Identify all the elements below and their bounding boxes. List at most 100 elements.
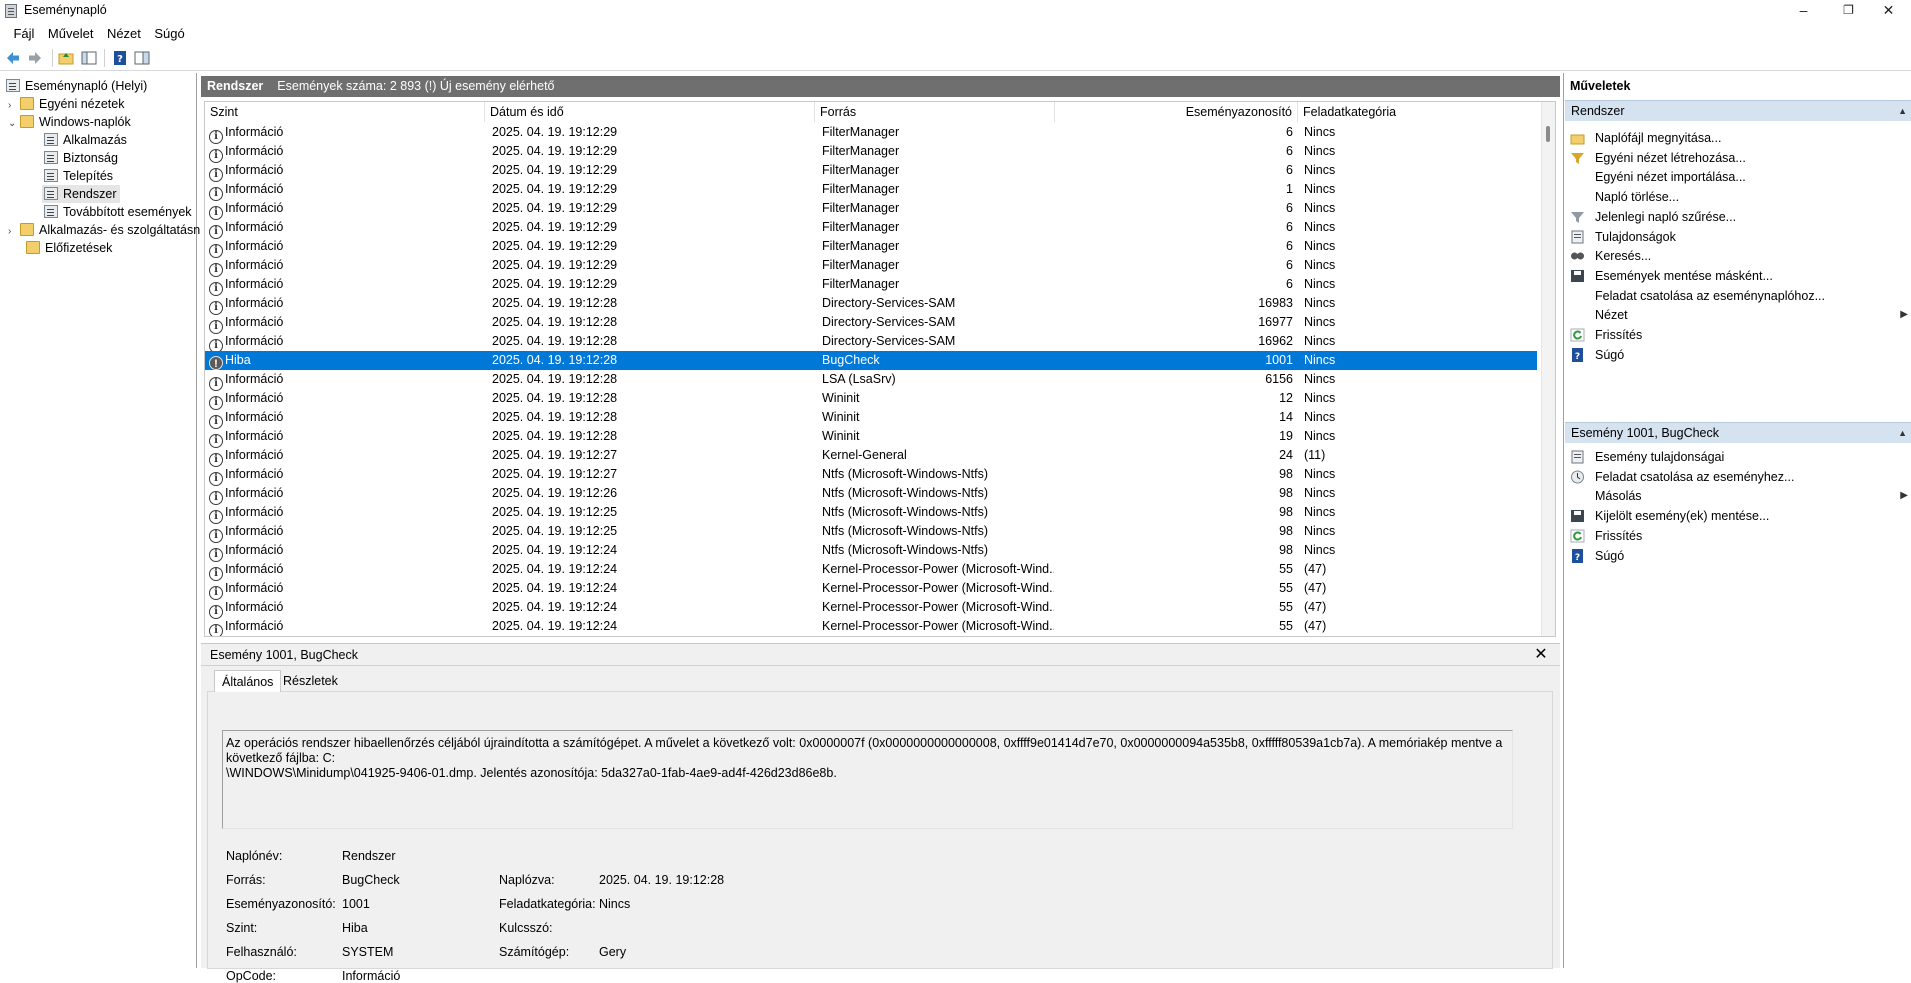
close-button[interactable]: ✕ xyxy=(1866,0,1911,22)
action-find[interactable]: Keresés... xyxy=(1570,246,1908,266)
show-hide-tree-icon[interactable] xyxy=(81,50,97,66)
attach-task-icon xyxy=(1571,470,1584,484)
table-row[interactable]: i Információ 2025. 04. 19. 19:12:29 FilterM… xyxy=(205,237,1537,258)
table-row[interactable]: i Információ 2025. 04. 19. 19:12:29 FilterM… xyxy=(205,199,1537,220)
table-row[interactable]: i Információ 2025. 04. 19. 19:12:24 Ntfs (M… xyxy=(205,541,1537,562)
table-row[interactable]: i Információ 2025. 04. 19. 19:12:29 FilterM… xyxy=(205,142,1537,163)
tree-custom-views[interactable]: › Egyéni nézetek xyxy=(8,95,124,113)
toolbar: ? xyxy=(0,45,1911,71)
table-row[interactable]: i Információ 2025. 04. 19. 19:12:29 FilterM… xyxy=(205,218,1537,239)
table-row[interactable]: i Információ 2025. 04. 19. 19:12:25 Ntfs (M… xyxy=(205,522,1537,543)
cell-level: Információ xyxy=(225,524,284,538)
tree-log-forwarded[interactable]: Továbbított események xyxy=(44,203,192,221)
action-attach-task-to-log[interactable]: Feladat csatolása az eseménynaplóhoz... xyxy=(1570,286,1908,306)
action-help[interactable]: ? Súgó xyxy=(1570,345,1908,365)
table-row[interactable]: i Információ 2025. 04. 19. 19:12:29 FilterM… xyxy=(205,180,1537,201)
menu-view[interactable]: Nézet xyxy=(102,22,146,41)
menu-action[interactable]: Művelet xyxy=(43,22,99,41)
collapse-up-icon[interactable]: ▲ xyxy=(1898,101,1907,122)
table-row[interactable]: i Információ 2025. 04. 19. 19:12:29 FilterM… xyxy=(205,275,1537,296)
table-row[interactable]: i Információ 2025. 04. 19. 19:12:28 Directo… xyxy=(205,332,1537,353)
action-copy-submenu[interactable]: Másolás ▶ xyxy=(1570,486,1908,506)
action-save-events-as[interactable]: Események mentése másként... xyxy=(1570,266,1908,286)
cell-level: Információ xyxy=(225,163,284,177)
up-folder-icon[interactable] xyxy=(58,50,74,66)
save-icon xyxy=(1571,269,1584,282)
table-row[interactable]: i Információ 2025. 04. 19. 19:12:26 Ntfs (M… xyxy=(205,484,1537,505)
tree-log-security[interactable]: Biztonság xyxy=(44,149,118,167)
table-row[interactable]: i Információ 2025. 04. 19. 19:12:29 FilterM… xyxy=(205,256,1537,277)
action-properties[interactable]: Tulajdonságok xyxy=(1570,227,1908,247)
help-icon[interactable]: ? xyxy=(112,50,128,66)
table-row[interactable]: i Információ 2025. 04. 19. 19:12:25 Ntfs (M… xyxy=(205,503,1537,524)
column-event-id[interactable]: Eseményazonosító xyxy=(1055,102,1298,122)
cell-task-category: Nincs xyxy=(1304,524,1336,538)
label-event-id: Eseményazonosító: xyxy=(226,897,336,911)
table-row[interactable]: i Információ 2025. 04. 19. 19:12:28 Wininit… xyxy=(205,408,1537,429)
action-create-custom-view[interactable]: Egyéni nézet létrehozása... xyxy=(1570,148,1908,168)
tree-app-services[interactable]: › Alkalmazás- és szolgáltatásn xyxy=(8,221,200,239)
action-view-submenu[interactable]: Nézet ▶ xyxy=(1570,305,1908,325)
menu-file[interactable]: Fájl xyxy=(8,22,39,41)
tree-subscriptions[interactable]: Előfizetések xyxy=(26,239,112,257)
table-row[interactable]: i Információ 2025. 04. 19. 19:12:24 Kernel-… xyxy=(205,617,1537,636)
cell-level: Információ xyxy=(225,144,284,158)
table-row[interactable]: i Információ 2025. 04. 19. 19:12:24 Kernel-… xyxy=(205,560,1537,581)
folder-icon xyxy=(20,97,34,110)
minimize-button[interactable]: – xyxy=(1781,0,1826,22)
action-filter-current-log[interactable]: Jelenlegi napló szűrése... xyxy=(1570,207,1908,227)
tree-root[interactable]: Eseménynapló (Helyi) xyxy=(6,77,147,95)
action-save-selected-events[interactable]: Kijelölt esemény(ek) mentése... xyxy=(1570,506,1908,526)
table-row[interactable]: i Információ 2025. 04. 19. 19:12:27 Kernel-… xyxy=(205,446,1537,467)
back-arrow-icon[interactable] xyxy=(5,50,21,66)
action-attach-task-to-event[interactable]: Feladat csatolása az eseményhez... xyxy=(1570,467,1908,487)
expand-arrow-icon[interactable]: › xyxy=(8,223,20,241)
tree-log-system[interactable]: Rendszer xyxy=(42,185,120,203)
action-open-saved-log[interactable]: Naplófájl megnyitása... xyxy=(1570,128,1908,148)
column-date[interactable]: Dátum és idő xyxy=(485,102,815,122)
grid-scrollbar[interactable] xyxy=(1541,102,1555,636)
table-row[interactable]: i Információ 2025. 04. 19. 19:12:28 Directo… xyxy=(205,313,1537,334)
table-row[interactable]: i Információ 2025. 04. 19. 19:12:28 Wininit… xyxy=(205,427,1537,448)
table-row[interactable]: i Információ 2025. 04. 19. 19:12:29 FilterM… xyxy=(205,161,1537,182)
action-event-properties[interactable]: Esemény tulajdonságai xyxy=(1570,447,1908,467)
forward-arrow-icon[interactable] xyxy=(27,50,43,66)
tree-log-setup[interactable]: Telepítés xyxy=(44,167,113,185)
cell-date: 2025. 04. 19. 19:12:24 xyxy=(492,600,618,614)
scrollbar-thumb[interactable] xyxy=(1546,126,1550,142)
table-row[interactable]: i Információ 2025. 04. 19. 19:12:24 Kernel-… xyxy=(205,579,1537,600)
table-row[interactable]: ! Hiba 2025. 04. 19. 19:12:28 BugCheck 1001 N… xyxy=(205,351,1537,370)
action-refresh[interactable]: Frissítés xyxy=(1570,325,1908,345)
actions-section-event[interactable]: Esemény 1001, BugCheck ▲ xyxy=(1565,422,1911,443)
column-task-category[interactable]: Feladatkategória xyxy=(1298,102,1541,122)
cell-task-category: Nincs xyxy=(1304,315,1336,329)
tree-log-application[interactable]: Alkalmazás xyxy=(44,131,127,149)
cell-task-category: Nincs xyxy=(1304,429,1336,443)
table-row[interactable]: i Információ 2025. 04. 19. 19:12:24 Kernel-… xyxy=(205,598,1537,619)
table-row[interactable]: i Információ 2025. 04. 19. 19:12:28 Wininit… xyxy=(205,389,1537,410)
table-row[interactable]: i Információ 2025. 04. 19. 19:12:28 LSA (Ls… xyxy=(205,370,1537,391)
table-row[interactable]: i Információ 2025. 04. 19. 19:12:28 Directo… xyxy=(205,294,1537,315)
show-hide-action-pane-icon[interactable] xyxy=(134,50,150,66)
action-refresh-event[interactable]: Frissítés xyxy=(1570,526,1908,546)
collapse-up-icon[interactable]: ▲ xyxy=(1898,423,1907,444)
actions-section-system[interactable]: Rendszer ▲ xyxy=(1565,100,1911,121)
table-row[interactable]: i Információ 2025. 04. 19. 19:12:27 Ntfs (M… xyxy=(205,465,1537,486)
detail-close-icon[interactable]: ✕ xyxy=(1532,645,1550,665)
menu-help[interactable]: Súgó xyxy=(149,22,189,41)
cell-level: Információ xyxy=(225,391,284,405)
table-row[interactable]: i Információ 2025. 04. 19. 19:12:29 FilterM… xyxy=(205,123,1537,144)
maximize-button[interactable]: ❐ xyxy=(1826,0,1871,22)
action-help-event[interactable]: ? Súgó xyxy=(1570,546,1908,566)
tab-general[interactable]: Általános xyxy=(214,670,282,692)
collapse-arrow-icon[interactable]: ⌄ xyxy=(8,115,20,133)
action-clear-log[interactable]: Napló törlése... xyxy=(1570,187,1908,207)
tab-details[interactable]: Részletek xyxy=(276,670,345,692)
cell-source: Directory-Services-SAM xyxy=(822,315,956,329)
event-description[interactable]: Az operációs rendszer hibaellenőrzés cél… xyxy=(222,730,1513,829)
cell-task-category: Nincs xyxy=(1304,163,1336,177)
column-source[interactable]: Forrás xyxy=(815,102,1055,122)
column-level[interactable]: Szint xyxy=(205,102,485,122)
action-import-custom-view[interactable]: Egyéni nézet importálása... xyxy=(1570,167,1908,187)
tree-windows-logs[interactable]: ⌄ Windows-naplók xyxy=(8,113,131,131)
